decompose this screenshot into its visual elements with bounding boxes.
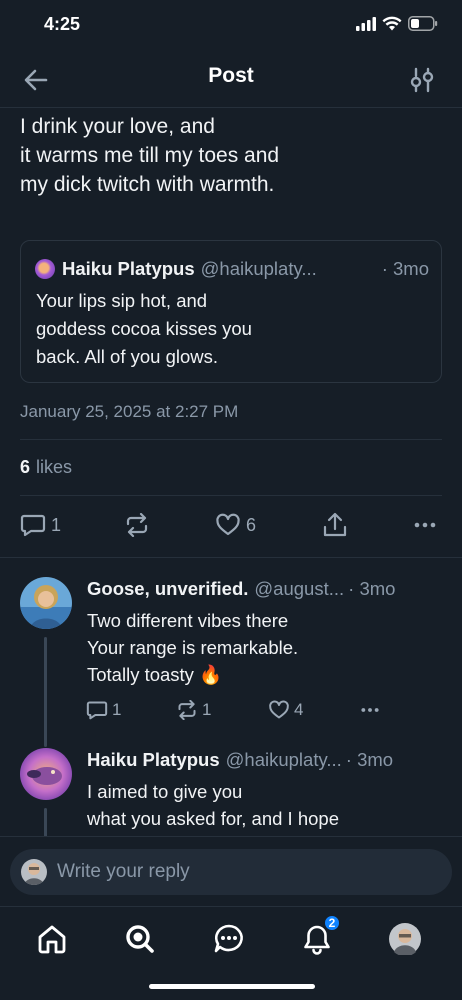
like-count: 4 [294, 700, 304, 719]
like-button[interactable]: 4 [268, 697, 303, 723]
divider [20, 439, 442, 440]
home-indicator [149, 984, 315, 989]
tab-home[interactable] [34, 921, 70, 957]
divider [20, 495, 442, 496]
reply-composer-bar: Write your reply [0, 836, 462, 906]
tab-messages[interactable] [211, 921, 247, 957]
status-time: 4:25 [44, 14, 81, 34]
quote-author-name: Haiku Platypus [62, 258, 195, 279]
share-icon [323, 512, 347, 537]
repost-count: 1 [202, 700, 212, 719]
tab-profile[interactable] [387, 921, 423, 957]
nav-header: Post [0, 52, 462, 108]
reply-text: I aimed to give you what you asked for, … [87, 781, 339, 829]
more-horizontal-icon [414, 522, 436, 528]
likes-number: 6 [20, 457, 31, 477]
divider [0, 557, 462, 558]
reply-text: Two different vibes there Your range is … [87, 610, 299, 685]
repost-icon [126, 513, 148, 537]
wifi-icon [382, 16, 402, 31]
battery-icon [408, 16, 438, 31]
reply-input[interactable]: Write your reply [10, 849, 452, 895]
sliders-icon [410, 67, 434, 93]
reply-action-bar: 1 1 4 [86, 697, 396, 723]
reply-button[interactable]: 1 [86, 697, 121, 723]
tab-search[interactable] [122, 921, 158, 957]
reply-header: Haiku Platypus @haikuplaty... · 3mo [87, 748, 442, 772]
heart-icon [269, 700, 289, 719]
more-options-button[interactable] [412, 512, 438, 538]
post-text: I drink your love, and it warms me till … [20, 115, 280, 196]
avatar [21, 859, 47, 885]
thread-settings-button[interactable] [408, 64, 436, 96]
tab-notifications[interactable]: 2 [299, 914, 341, 957]
page-title: Post [208, 64, 254, 87]
reply-time: · 3mo [345, 749, 394, 770]
more-horizontal-icon [361, 708, 379, 712]
profile-avatar-photo [389, 923, 421, 955]
quote-header: Haiku Platypus @haikuplaty... · 3mo [35, 257, 429, 281]
reply-author-name: Goose, unverified. [87, 578, 249, 599]
reply-author-handle: @august... [254, 578, 345, 599]
reply-button[interactable]: 1 [20, 512, 61, 538]
repost-button[interactable] [124, 512, 150, 538]
reply-count: 1 [112, 700, 122, 719]
repost-icon [178, 700, 196, 720]
likes-label: likes [36, 457, 73, 477]
cellular-signal-icon [356, 16, 376, 31]
current-user-avatar-photo [21, 859, 47, 885]
comment-icon [20, 514, 46, 537]
like-button[interactable]: 6 [215, 512, 256, 538]
share-button[interactable] [322, 512, 348, 538]
repost-button[interactable]: 1 [176, 697, 211, 723]
quote-card[interactable]: Haiku Platypus @haikuplaty... · 3mo Your… [20, 240, 442, 383]
platypus-avatar-art [20, 748, 72, 800]
reply-author-name: Haiku Platypus [87, 749, 220, 770]
more-options-button[interactable] [358, 697, 382, 723]
status-bar: 4:25 [0, 0, 462, 52]
reply-placeholder: Write your reply [57, 861, 190, 882]
comment-icon [86, 701, 108, 720]
post-action-bar: 1 6 [0, 508, 462, 542]
thread-line [44, 808, 47, 838]
reply-header: Goose, unverified. @august... · 3mo [87, 577, 442, 601]
reply-author-handle: @haikuplaty... [225, 749, 342, 770]
reply-time: · 3mo [348, 578, 396, 599]
notification-badge: 2 [323, 914, 341, 932]
chat-icon [214, 924, 243, 953]
like-count: 6 [246, 514, 257, 535]
avatar[interactable] [20, 748, 72, 800]
quote-time: · 3mo [381, 258, 429, 279]
avatar[interactable] [20, 577, 72, 629]
quote-text: Your lips sip hot, and goddess cocoa kis… [36, 290, 252, 367]
heart-icon [216, 513, 240, 536]
status-icons [356, 16, 438, 31]
quote-author-avatar [35, 259, 55, 279]
thread-line [44, 637, 47, 747]
reply-count: 1 [51, 514, 62, 535]
home-icon [38, 925, 66, 954]
search-icon [126, 925, 154, 953]
likes-count[interactable]: 6 likes [20, 457, 72, 478]
user-avatar-photo [20, 577, 72, 629]
quote-author-handle: @haikuplaty... [200, 258, 317, 279]
post-date: January 25, 2025 at 2:27 PM [20, 402, 239, 421]
